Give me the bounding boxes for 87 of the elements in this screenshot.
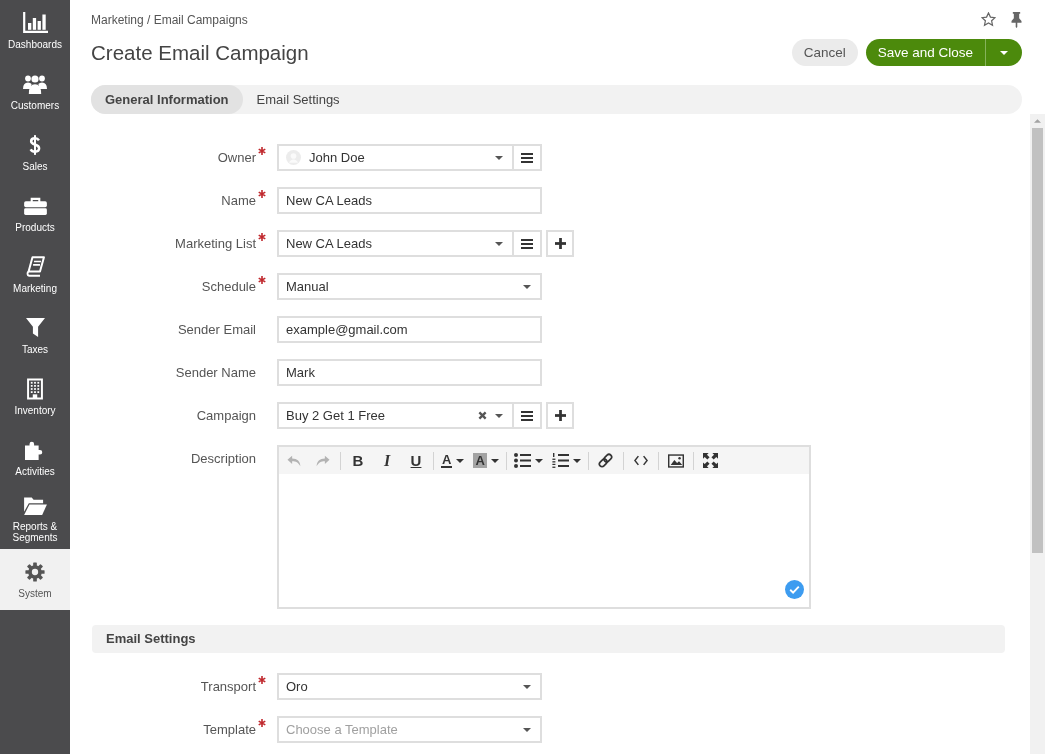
text-field[interactable]: example@gmail.com [277, 316, 542, 343]
text-field[interactable]: Mark [277, 359, 542, 386]
plus-icon [554, 410, 566, 421]
scrollbar[interactable] [1030, 114, 1045, 754]
list-button[interactable] [514, 402, 542, 429]
nav-item[interactable]: Inventory [0, 366, 70, 427]
code-icon [633, 455, 648, 466]
select-field[interactable]: New CA Leads [277, 230, 514, 257]
section-header: Email Settings [92, 625, 1005, 653]
list-button[interactable] [514, 144, 542, 171]
dollar-icon [29, 133, 41, 156]
dropdown-button[interactable] [985, 39, 1022, 66]
nav-item[interactable]: System [0, 549, 70, 610]
field-label: Description [189, 450, 256, 468]
cancel-button[interactable]: Cancel [791, 39, 858, 66]
caret-icon [523, 284, 531, 289]
undo-icon [287, 454, 301, 467]
briefcase-icon [23, 196, 47, 215]
nav-item[interactable]: Products [0, 183, 70, 244]
field-label: Campaign [195, 407, 256, 425]
scrollbar-thumb[interactable] [1032, 128, 1043, 553]
field-label: Name [220, 192, 256, 210]
caret-icon [534, 458, 543, 463]
select-field[interactable]: Manual [277, 273, 542, 300]
list-button[interactable] [514, 230, 542, 257]
redo-icon [316, 454, 330, 467]
text-color-button[interactable]: A [439, 449, 467, 472]
link-icon [598, 453, 614, 468]
add-button[interactable] [546, 402, 574, 429]
nav-item[interactable]: Customers [0, 61, 70, 122]
funnel-icon [25, 318, 45, 337]
caret-icon [495, 155, 503, 160]
add-button[interactable] [546, 230, 574, 257]
caret-icon [456, 458, 465, 463]
nav-item[interactable]: Sales [0, 122, 70, 183]
book-icon [25, 256, 45, 277]
nav-item[interactable]: Taxes [0, 305, 70, 366]
tab[interactable]: Email Settings [242, 85, 354, 114]
save-button[interactable]: Save and Close [865, 39, 985, 66]
caret-icon [1000, 50, 1008, 55]
italic-button[interactable]: I [375, 449, 399, 472]
select-field[interactable]: Buy 2 Get 1 Free [277, 402, 514, 429]
menu-icon [521, 410, 533, 421]
field-label: Sender Name [174, 364, 256, 382]
caret-icon [572, 458, 581, 463]
nav-item[interactable]: Activities [0, 427, 70, 488]
underline-button[interactable]: U [404, 449, 428, 472]
rich-text-editor[interactable]: B I U A A [277, 445, 811, 609]
field-label: Schedule [200, 278, 256, 296]
text-field[interactable]: New CA Leads [277, 187, 542, 214]
field-label: Owner [216, 149, 256, 167]
nav-item[interactable]: Reports & Segments [0, 488, 70, 549]
caret-icon [495, 413, 503, 418]
field-label: Marketing List [174, 235, 256, 253]
gear-icon [25, 561, 45, 582]
star-icon[interactable] [981, 12, 996, 27]
nav-item[interactable]: Marketing [0, 244, 70, 305]
page-title: Create Email Campaign [91, 40, 310, 66]
image-icon [667, 453, 684, 468]
pin-icon[interactable] [1011, 11, 1022, 28]
background-color-button[interactable]: A [471, 449, 501, 472]
bar-chart-icon [22, 12, 48, 33]
nav-item[interactable]: Dashboards [0, 0, 70, 61]
menu-icon [521, 152, 533, 163]
check-circle-icon [785, 580, 804, 599]
fullscreen-icon [703, 453, 719, 468]
people-icon [23, 73, 47, 94]
plus-icon [554, 238, 566, 249]
caret-icon [490, 458, 499, 463]
puzzle-icon [25, 439, 45, 460]
field-label: Sender Email [176, 321, 256, 339]
menu-icon [521, 238, 533, 249]
select-field[interactable]: Oro [277, 673, 542, 700]
tab[interactable]: General Information [91, 85, 243, 114]
field-label: Template [202, 721, 256, 739]
caret-icon [523, 684, 531, 689]
building-icon [27, 377, 43, 400]
numbered-list-icon [551, 453, 569, 468]
field-label: Transport [199, 678, 256, 696]
caret-icon [495, 241, 503, 246]
select-field[interactable]: John Doe [277, 144, 514, 171]
clear-icon[interactable] [478, 411, 487, 420]
folder-icon [23, 495, 47, 515]
bold-button[interactable]: B [346, 449, 370, 472]
caret-icon [523, 727, 531, 732]
bullet-list-icon [513, 453, 531, 468]
breadcrumb: Marketing / Email Campaigns [91, 12, 249, 27]
